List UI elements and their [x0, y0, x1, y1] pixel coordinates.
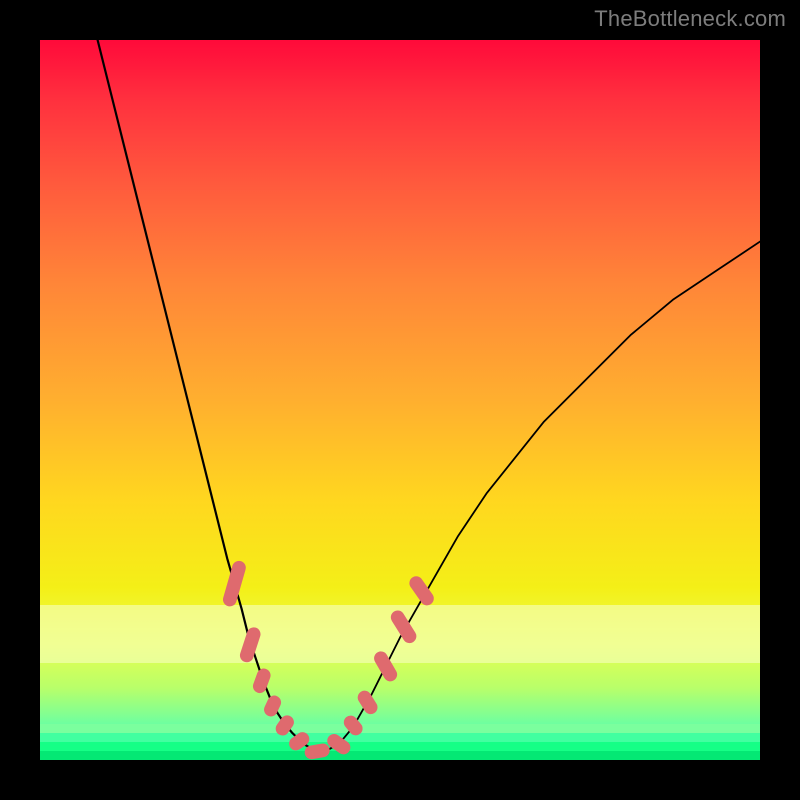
plot-area — [40, 40, 760, 760]
bottom-stripe — [40, 733, 760, 742]
bottom-stripe — [40, 742, 760, 751]
left-curve — [98, 40, 321, 753]
bottom-stripe — [40, 724, 760, 733]
data-marker — [372, 649, 400, 684]
data-marker — [262, 693, 284, 718]
data-marker — [407, 574, 437, 608]
data-marker — [355, 688, 380, 717]
bottom-stripe — [40, 751, 760, 760]
data-marker — [238, 626, 262, 664]
data-marker — [221, 559, 247, 608]
chart-svg — [40, 40, 760, 760]
data-marker — [251, 667, 272, 695]
watermark-text: TheBottleneck.com — [594, 6, 786, 32]
chart-frame: TheBottleneck.com — [0, 0, 800, 800]
